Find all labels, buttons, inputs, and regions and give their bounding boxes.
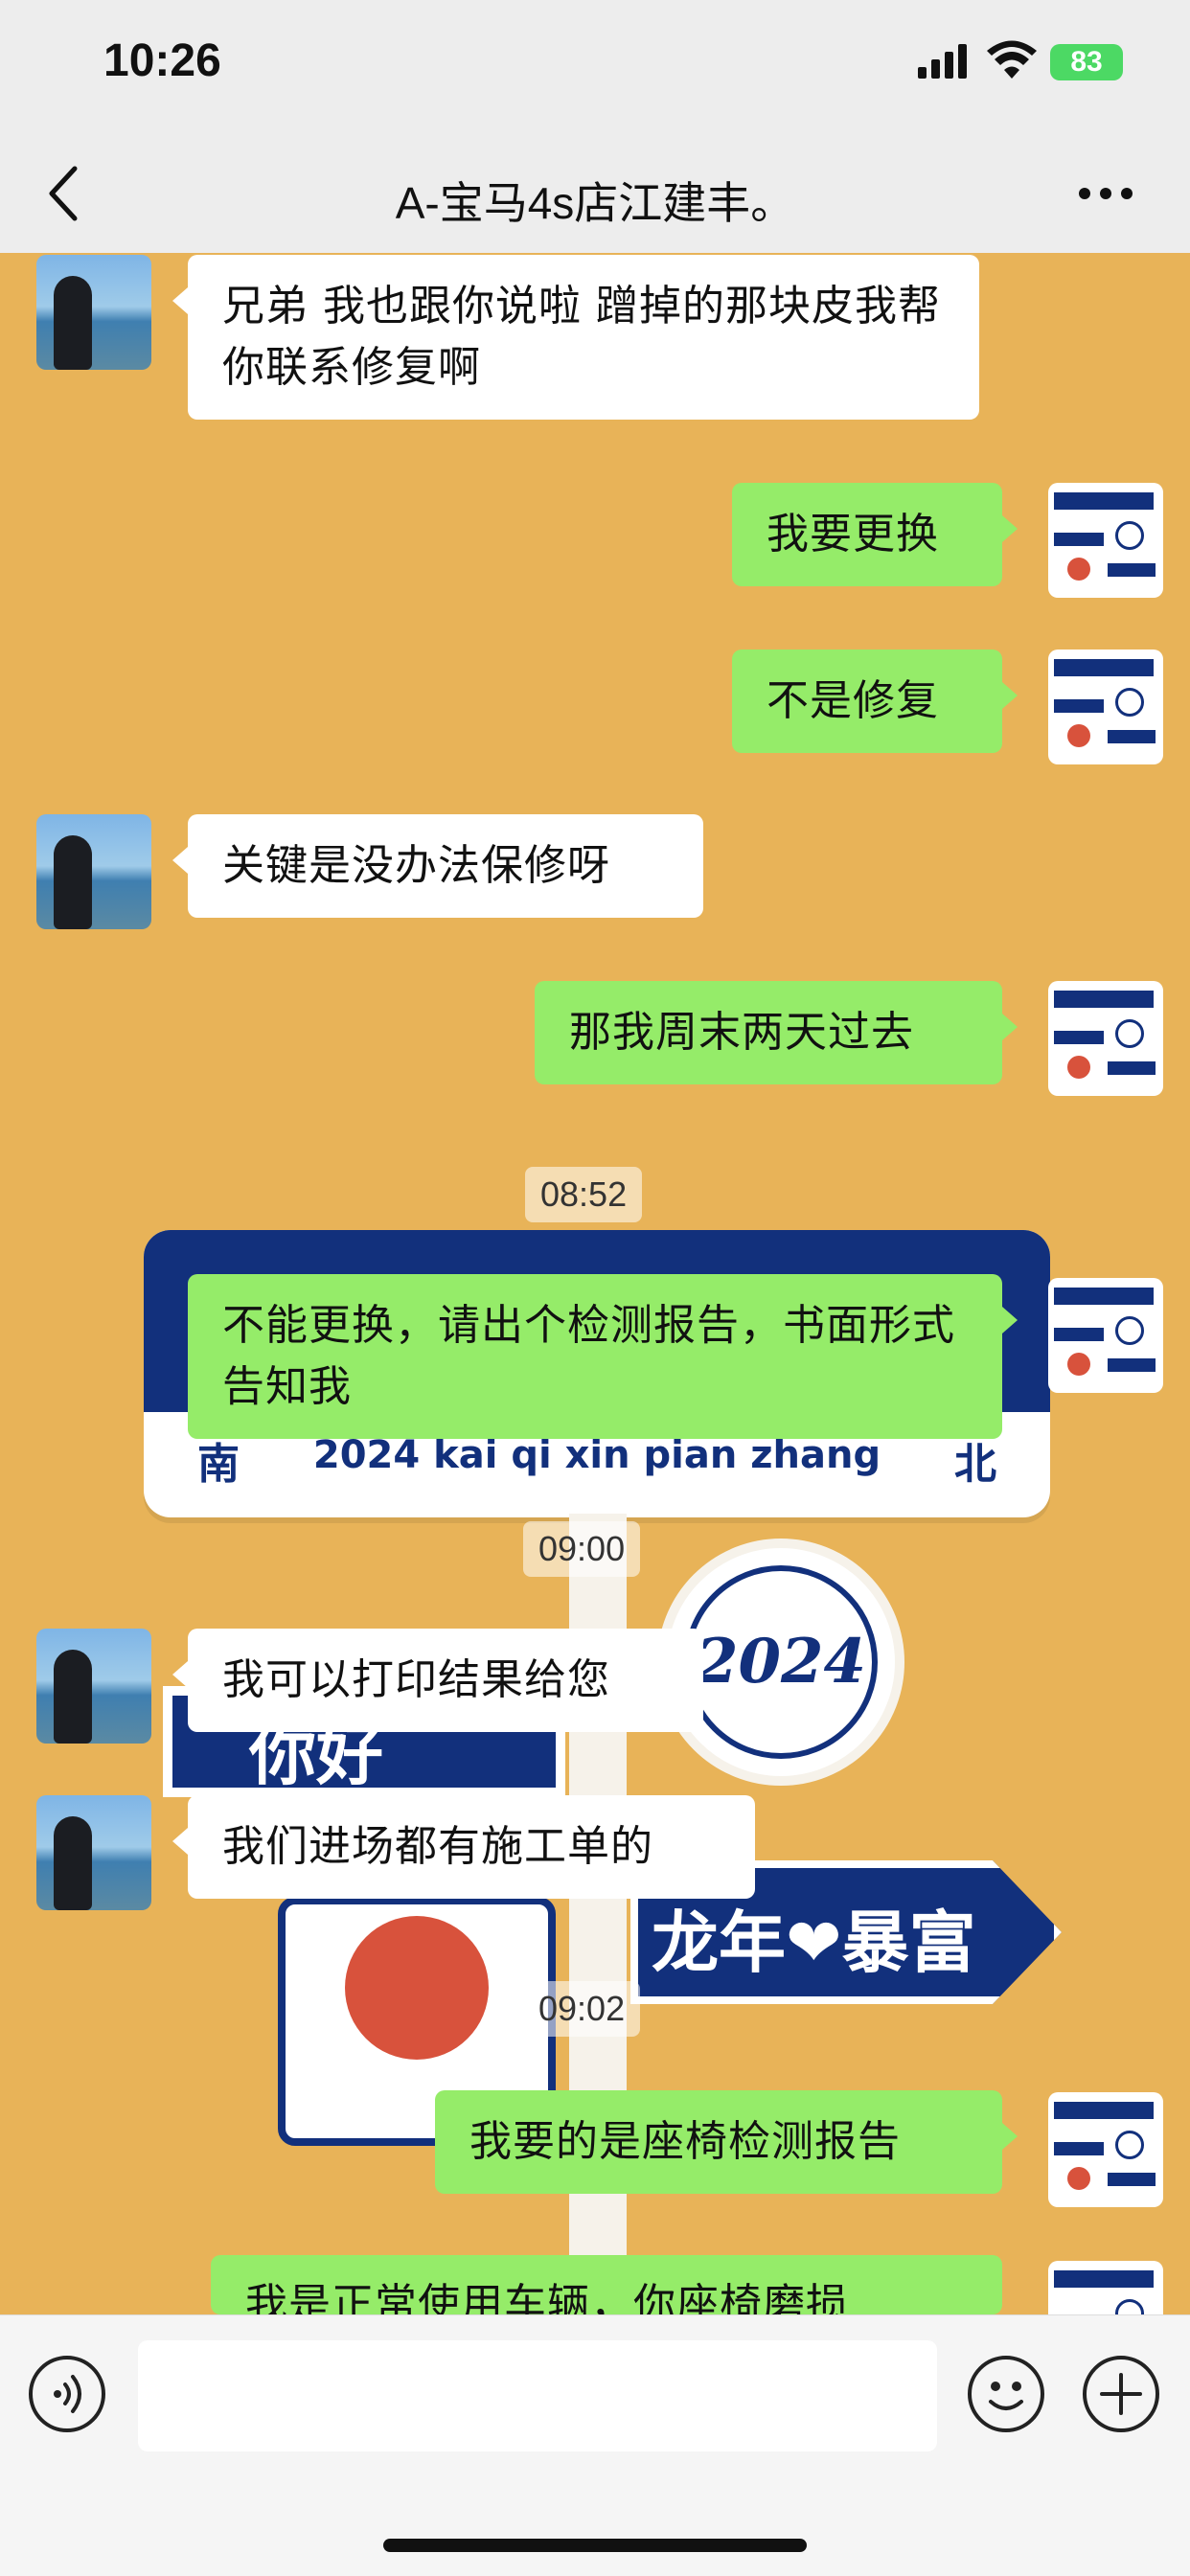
timestamp: 09:00 — [523, 1521, 641, 1577]
my-avatar[interactable] — [1048, 1278, 1163, 1393]
timestamp: 08:52 — [525, 1167, 643, 1222]
status-bar: 10:26 83 — [0, 0, 1190, 134]
wallpaper-right-sign-text: 龙年❤暴富 — [652, 1904, 976, 1982]
my-avatar[interactable] — [1048, 981, 1163, 1096]
my-avatar[interactable] — [1048, 2261, 1163, 2314]
voice-icon[interactable] — [29, 2356, 105, 2432]
contact-avatar[interactable] — [36, 1629, 151, 1744]
my-avatar[interactable] — [1048, 650, 1163, 764]
wifi-icon — [987, 40, 1037, 79]
message-bubble-received[interactable]: 关键是没办法保修呀 — [172, 814, 703, 918]
my-avatar[interactable] — [1048, 2092, 1163, 2207]
message-input[interactable] — [138, 2340, 937, 2451]
message-bubble-received[interactable]: 我可以打印结果给您 — [172, 1629, 703, 1732]
more-dots-icon[interactable] — [1077, 186, 1134, 201]
message-bubble-sent[interactable]: 我是正常使用车辆，你座椅磨损 — [211, 2255, 1002, 2314]
my-avatar[interactable] — [1048, 483, 1163, 598]
message-bubble-received[interactable]: 我们进场都有施工单的 — [172, 1795, 755, 1899]
message-bubble-sent[interactable]: 不是修复 — [732, 650, 1018, 753]
message-bubble-sent[interactable]: 那我周末两天过去 — [535, 981, 1018, 1084]
status-time: 10:26 — [103, 35, 221, 86]
message-bubble-sent[interactable]: 不能更换，请出个检测报告，书面形式告知我 — [188, 1274, 1018, 1439]
chat-title: A-宝马4s店江建丰。 — [395, 178, 795, 228]
chat-header: A-宝马4s店江建丰。 — [0, 134, 1190, 253]
dragon-illustration-icon — [345, 1916, 489, 2060]
contact-avatar[interactable] — [36, 1795, 151, 1910]
wallpaper-badge-text: 2024 — [684, 1565, 878, 1759]
emoji-icon[interactable] — [968, 2356, 1044, 2432]
plus-icon[interactable] — [1083, 2356, 1159, 2432]
input-bar — [0, 2314, 1190, 2576]
cellular-signal-icon — [918, 44, 967, 79]
message-bubble-received[interactable]: 兄弟 我也跟你说啦 蹭掉的那块皮我帮你联系修复啊 — [172, 255, 979, 420]
wallpaper-sign-text: 2024 kai qi xin pian zhang — [312, 1433, 881, 1477]
battery-indicator: 83 — [1050, 44, 1123, 80]
home-indicator[interactable] — [383, 2539, 807, 2552]
timestamp: 09:02 — [523, 1981, 641, 2037]
contact-avatar[interactable] — [36, 814, 151, 929]
message-bubble-sent[interactable]: 我要的是座椅检测报告 — [435, 2090, 1018, 2194]
message-bubble-sent[interactable]: 我要更换 — [732, 483, 1018, 586]
contact-avatar[interactable] — [36, 255, 151, 370]
